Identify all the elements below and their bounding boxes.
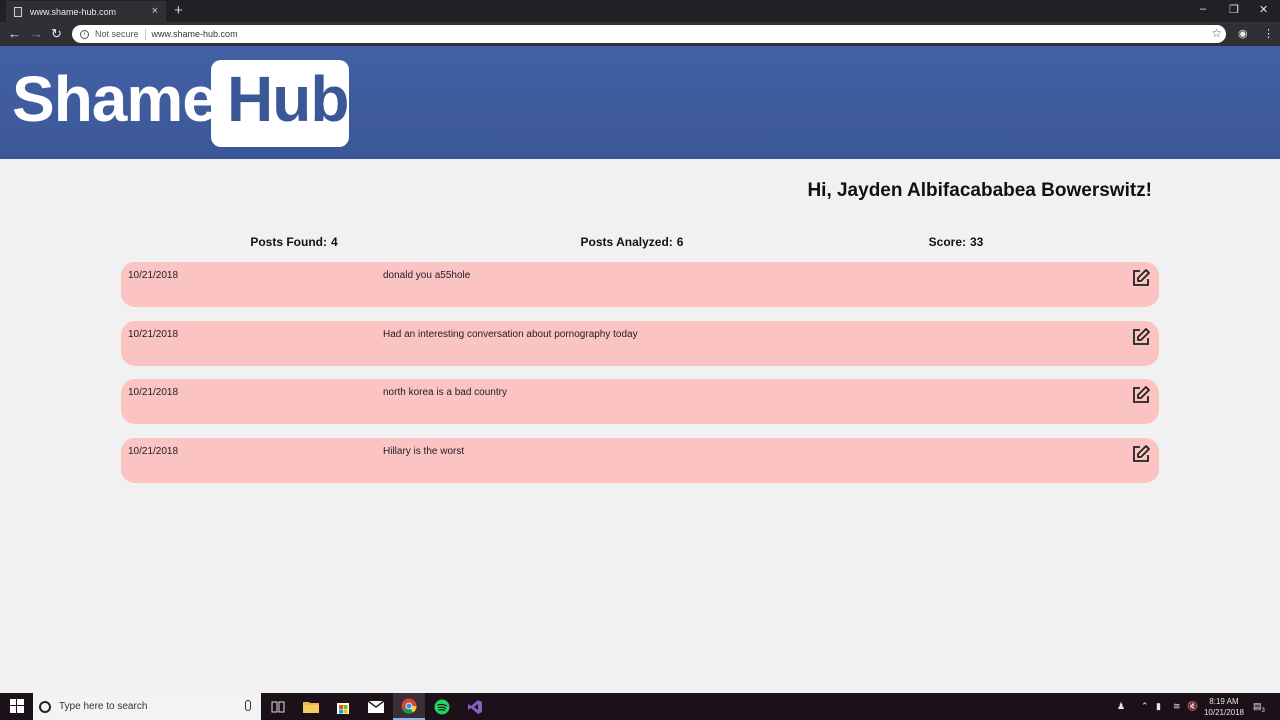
- spotify-icon[interactable]: [426, 693, 458, 720]
- browser-tabstrip: www.shame-hub.com × + – ❐ ✕: [0, 0, 1280, 22]
- windows-start-icon[interactable]: [10, 699, 24, 713]
- post-row: 10/21/2018 north korea is a bad country: [121, 379, 1159, 424]
- chrome-icon[interactable]: [393, 693, 425, 720]
- volume-muted-icon[interactable]: 🔇: [1187, 701, 1198, 712]
- url-text[interactable]: www.shame-hub.com: [152, 29, 238, 39]
- back-arrow-icon[interactable]: ←: [8, 26, 21, 42]
- chevron-up-icon[interactable]: ⌃: [1141, 701, 1149, 712]
- omnibox-divider: [144, 28, 146, 40]
- clock-time: 8:19 AM: [1209, 697, 1239, 706]
- close-window-button[interactable]: ✕: [1259, 3, 1268, 16]
- menu-dots-icon[interactable]: ⋮: [1263, 27, 1274, 40]
- battery-icon[interactable]: ▮: [1156, 701, 1161, 712]
- post-text: Hillary is the worst: [383, 446, 465, 457]
- posts-found-label: Posts Found:: [250, 235, 327, 249]
- posts-found-stat: Posts Found: 4: [250, 235, 337, 249]
- clock-date: 10/21/2018: [1203, 708, 1244, 717]
- score-value: 33: [970, 235, 984, 249]
- browser-toolbar: ← → ↻ i Not secure www.shame-hub.com ☆ ◉…: [0, 22, 1280, 46]
- close-tab-icon[interactable]: ×: [152, 5, 158, 17]
- incognito-icon[interactable]: ◉: [1238, 27, 1248, 40]
- browser-tab[interactable]: www.shame-hub.com ×: [6, 1, 166, 22]
- forward-arrow-icon[interactable]: →: [30, 26, 43, 42]
- logo-shame-text: Shame: [12, 63, 218, 135]
- posts-analyzed-value: 6: [676, 235, 684, 249]
- posts-found-value: 4: [330, 235, 338, 249]
- edit-icon[interactable]: [1131, 327, 1151, 347]
- post-date: 10/21/2018: [128, 329, 179, 340]
- posts-analyzed-label: Posts Analyzed:: [580, 235, 673, 249]
- post-date: 10/21/2018: [128, 387, 179, 398]
- edit-icon[interactable]: [1131, 385, 1151, 405]
- info-icon[interactable]: i: [80, 29, 89, 39]
- new-tab-button[interactable]: +: [174, 2, 183, 19]
- bookmark-star-icon[interactable]: ☆: [1211, 26, 1222, 40]
- taskbar-search-box[interactable]: Type here to search: [33, 693, 261, 720]
- logo-hub-text: Hub: [227, 63, 349, 135]
- taskbar-search-placeholder: Type here to search: [59, 701, 148, 712]
- edit-icon[interactable]: [1131, 268, 1151, 288]
- store-icon[interactable]: [327, 693, 359, 720]
- user-greeting: Hi, Jayden Albifacababea Bowerswitz!: [807, 180, 1152, 201]
- security-label: Not secure: [95, 29, 139, 39]
- mail-icon[interactable]: [360, 693, 392, 720]
- notifications-icon[interactable]: ▤3: [1253, 701, 1265, 714]
- post-date: 10/21/2018: [128, 270, 179, 281]
- file-explorer-icon[interactable]: [295, 693, 327, 720]
- task-view-icon[interactable]: [262, 693, 294, 720]
- post-text: north korea is a bad country: [383, 387, 507, 398]
- cortana-icon: [39, 700, 51, 713]
- page-icon: [14, 6, 22, 17]
- score-label: Score:: [928, 235, 966, 249]
- posts-analyzed-stat: Posts Analyzed: 6: [581, 235, 684, 249]
- post-row: 10/21/2018 Had an interesting conversati…: [121, 321, 1159, 366]
- taskbar-clock[interactable]: 8:19 AM 10/21/2018: [1204, 696, 1244, 718]
- visual-studio-icon[interactable]: [459, 693, 491, 720]
- restore-button[interactable]: ❐: [1229, 3, 1239, 16]
- edit-icon[interactable]: [1131, 444, 1151, 464]
- people-icon[interactable]: ♟: [1117, 701, 1125, 712]
- notification-count: 3: [1261, 707, 1265, 714]
- post-row: 10/21/2018 donald you a55hole: [121, 262, 1159, 307]
- post-row: 10/21/2018 Hillary is the worst: [121, 438, 1159, 483]
- score-stat: Score: 33: [929, 235, 984, 249]
- address-bar[interactable]: i Not secure www.shame-hub.com ☆: [72, 25, 1226, 43]
- reload-icon[interactable]: ↻: [51, 26, 62, 42]
- windows-taskbar: Type here to search ♟ ⌃ ▮ ≅ 🔇 8:19 AM 10…: [0, 693, 1280, 720]
- post-date: 10/21/2018: [128, 446, 179, 457]
- minimize-button[interactable]: –: [1200, 3, 1206, 15]
- wifi-icon[interactable]: ≅: [1173, 701, 1181, 712]
- site-header: Shame Hub: [0, 46, 1280, 159]
- microphone-icon[interactable]: [245, 700, 251, 711]
- tab-title: www.shame-hub.com: [30, 6, 117, 17]
- post-text: donald you a55hole: [383, 270, 471, 281]
- post-text: Had an interesting conversation about po…: [383, 329, 638, 340]
